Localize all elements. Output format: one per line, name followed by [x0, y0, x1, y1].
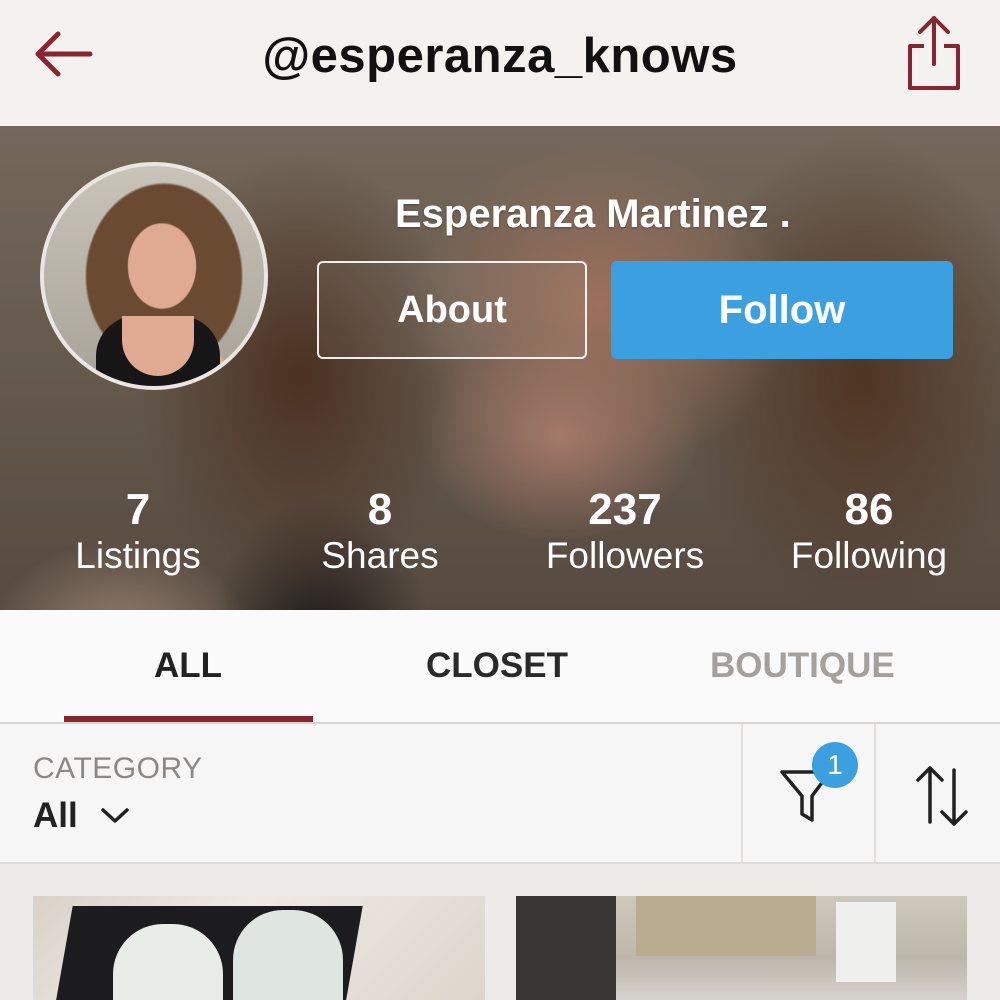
filter-bar: CATEGORY All	[0, 724, 1000, 864]
arrow-left-icon	[35, 31, 93, 77]
stat-label: Following	[790, 535, 948, 576]
photo-shadow	[516, 896, 616, 1000]
profile-stats: 7 Listings 8 Shares 237 Followers 86 Fol…	[0, 486, 1000, 586]
top-nav-bar: @esperanza_knows	[0, 0, 1000, 126]
stat-followers[interactable]: 237 Followers	[530, 486, 720, 578]
stat-listings[interactable]: 7 Listings	[68, 486, 208, 578]
photo-cabinet	[636, 896, 816, 956]
photo-bin	[836, 902, 896, 982]
cover-photo: Esperanza Martinez . About Follow 7 List…	[0, 126, 1000, 610]
category-dropdown[interactable]: All	[33, 796, 130, 836]
listing-thumbnail[interactable]	[33, 896, 485, 1000]
stat-value: 237	[588, 485, 662, 534]
divider	[874, 724, 876, 864]
sort-arrows-icon	[916, 766, 968, 826]
listing-grid	[0, 864, 1000, 1000]
slide-sandal	[233, 910, 343, 1000]
category-value: All	[33, 796, 78, 835]
filter-count-badge: 1	[812, 742, 858, 788]
category-label: CATEGORY	[33, 752, 203, 785]
active-tab-indicator	[64, 716, 313, 722]
stat-label: Shares	[321, 535, 439, 576]
profile-name: Esperanza Martinez .	[395, 192, 791, 236]
share-button[interactable]	[904, 12, 964, 92]
tab-closet[interactable]: CLOSET	[426, 646, 568, 686]
stat-label: Followers	[545, 535, 705, 576]
sort-button[interactable]	[910, 756, 974, 836]
stat-shares[interactable]: 8 Shares	[310, 486, 450, 578]
stat-label: Listings	[75, 535, 201, 576]
stat-value: 7	[125, 485, 151, 534]
back-button[interactable]	[30, 26, 98, 82]
tab-all[interactable]: ALL	[154, 646, 222, 686]
about-button[interactable]: About	[317, 261, 587, 359]
page-title: @esperanza_knows	[262, 29, 738, 83]
follow-button[interactable]: Follow	[611, 261, 953, 359]
listing-thumbnail[interactable]	[516, 896, 967, 1000]
avatar[interactable]	[40, 162, 268, 390]
stat-value: 8	[367, 485, 393, 534]
stat-following[interactable]: 86 Following	[776, 486, 962, 578]
stat-value: 86	[844, 485, 894, 534]
chevron-down-icon	[100, 808, 129, 823]
tab-boutique[interactable]: BOUTIQUE	[710, 646, 895, 686]
closet-tabs: ALL CLOSET BOUTIQUE	[0, 610, 1000, 724]
divider	[741, 724, 743, 864]
share-icon	[908, 16, 960, 90]
